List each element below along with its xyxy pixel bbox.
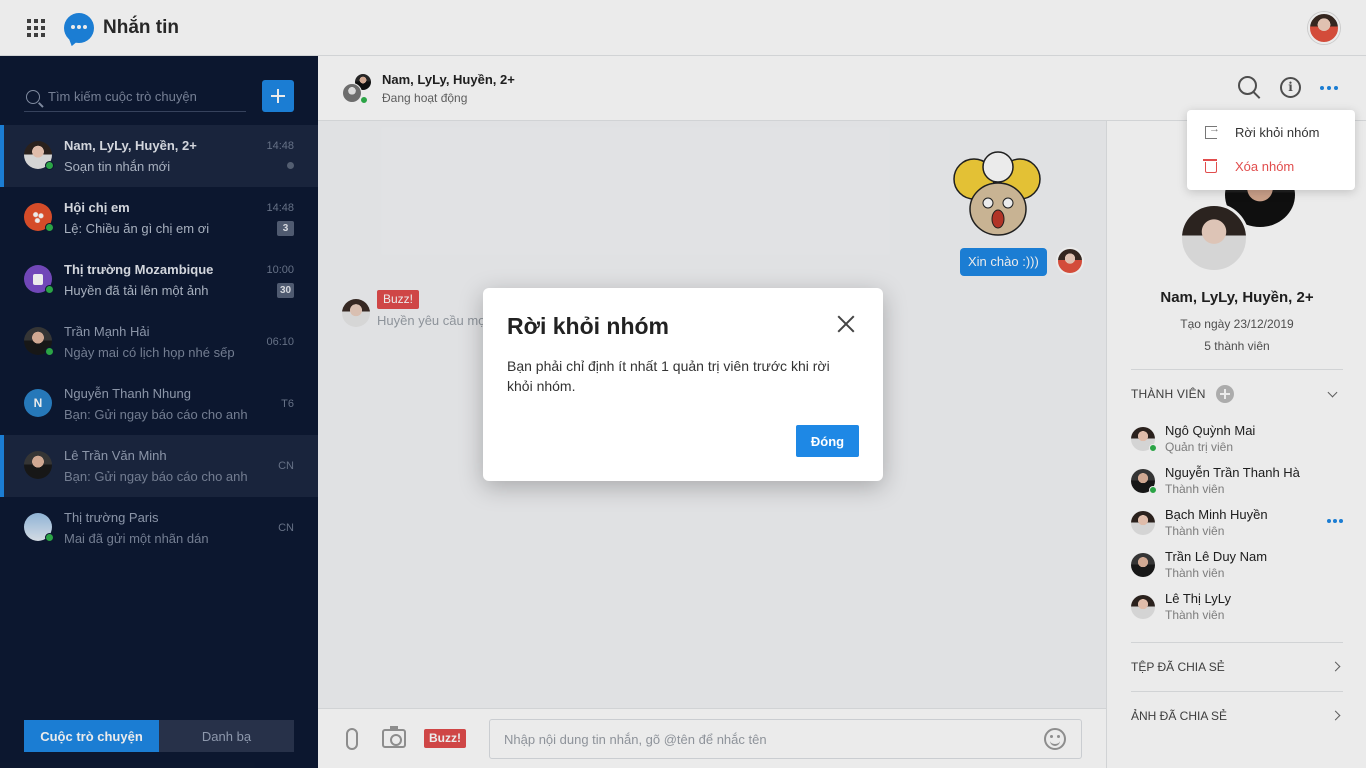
dialog-message: Bạn phải chỉ định ít nhất 1 quản trị viê… bbox=[507, 358, 830, 394]
close-icon[interactable] bbox=[836, 314, 856, 334]
dialog-title: Rời khỏi nhóm bbox=[507, 313, 670, 339]
leave-group-dialog: Rời khỏi nhóm Bạn phải chỉ định ít nhất … bbox=[483, 288, 883, 481]
menu-item-label: Rời khỏi nhóm bbox=[1235, 125, 1320, 140]
close-button[interactable]: Đóng bbox=[796, 425, 859, 457]
trash-icon bbox=[1203, 159, 1217, 173]
leave-icon bbox=[1205, 123, 1220, 139]
menu-item-delete-group[interactable]: Xóa nhóm bbox=[1187, 150, 1355, 184]
menu-item-leave-group[interactable]: Rời khỏi nhóm bbox=[1187, 116, 1355, 150]
options-menu: Rời khỏi nhóm Xóa nhóm bbox=[1187, 110, 1355, 190]
menu-item-label: Xóa nhóm bbox=[1235, 159, 1295, 174]
